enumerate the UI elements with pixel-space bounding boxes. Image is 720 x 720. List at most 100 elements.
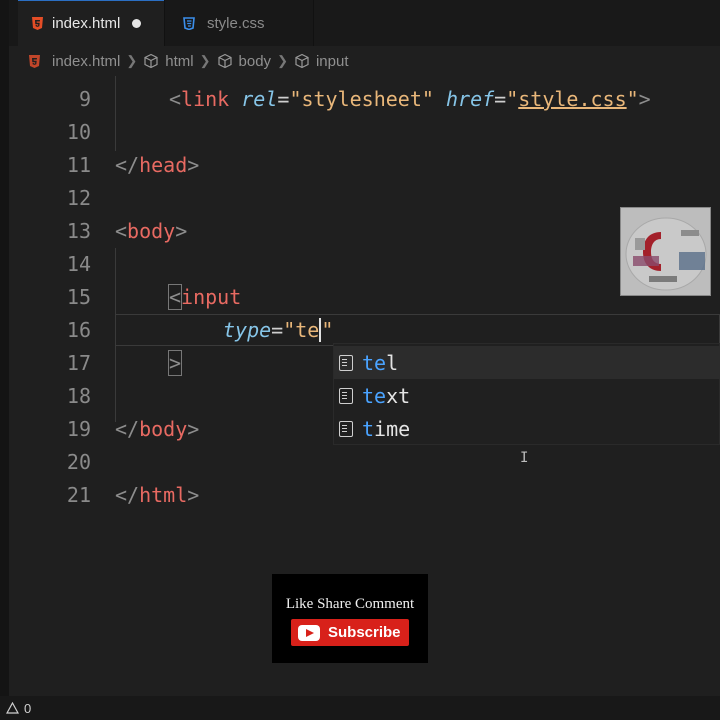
quote-mark: "	[506, 87, 519, 111]
quote-mark: "	[626, 87, 639, 111]
youtube-play-icon	[298, 624, 320, 641]
tag-name: input	[181, 285, 242, 309]
line-number: 21	[66, 483, 91, 507]
code-line-9: <link rel="stylesheet" href="style.css">	[169, 83, 651, 116]
subscribe-button[interactable]: Subscribe	[291, 619, 409, 646]
problems-indicator[interactable]: 0	[6, 701, 31, 716]
line-number: 13	[66, 219, 91, 243]
mouse-ibeam-cursor-icon: I	[520, 450, 529, 466]
value-enum-icon	[339, 354, 353, 371]
tag-close-bracket: >	[187, 483, 200, 507]
tag-open-bracket: </	[115, 153, 140, 177]
chevron-right-icon: ❯	[199, 53, 211, 68]
code-line-19: </body>	[115, 413, 199, 446]
line-number: 17	[66, 351, 91, 375]
line-number: 12	[66, 186, 91, 210]
breadcrumb-file[interactable]: index.html	[29, 53, 120, 70]
line-number: 14	[66, 252, 91, 276]
suggestion-rest: xt	[386, 383, 411, 408]
symbol-cube-icon	[217, 53, 232, 69]
code-line-11: </head>	[115, 149, 199, 182]
editor-window: index.html style.css index.html ❯ html ❯…	[0, 0, 720, 720]
line-number: 9	[78, 87, 91, 111]
tag-open-bracket: </	[115, 483, 140, 507]
breadcrumb-label: body	[238, 52, 272, 70]
status-bar: 0	[0, 696, 720, 720]
value-enum-icon	[339, 420, 353, 437]
line-number: 19	[66, 417, 91, 441]
attribute-name: type	[223, 318, 272, 342]
breadcrumb-label: html	[165, 52, 194, 70]
value-enum-icon	[339, 387, 353, 404]
attribute-value-link[interactable]: style.css	[518, 87, 626, 111]
tag-close-bracket: >	[167, 350, 183, 376]
tag-name: link	[181, 87, 230, 111]
line-number: 11	[66, 153, 91, 177]
tag-close-bracket: >	[187, 417, 200, 441]
suggestion-item[interactable]: t ime	[334, 412, 720, 445]
suggestion-match: te	[362, 350, 387, 375]
html5-icon	[29, 54, 40, 68]
code-line-13: <body>	[115, 215, 187, 248]
equals-sign: =	[494, 87, 507, 111]
suggestion-rest: l	[386, 350, 399, 375]
line-number: 16	[66, 318, 91, 342]
subscribe-overlay: Like Share Comment Subscribe	[272, 574, 428, 663]
tag-open-bracket: <	[167, 284, 183, 310]
suggestion-item[interactable]: te l	[334, 346, 720, 379]
suggestion-match: t	[362, 416, 375, 441]
tab-index-html[interactable]: index.html	[18, 0, 164, 46]
code-line-17: >	[167, 347, 183, 380]
unsaved-dot-icon[interactable]	[132, 19, 142, 28]
typed-value: te	[295, 318, 320, 342]
attribute-value: "stylesheet"	[289, 87, 434, 111]
tab-label: index.html	[52, 15, 121, 32]
tab-bar: index.html style.css	[9, 0, 720, 46]
tag-close-bracket: >	[638, 87, 651, 111]
tag-name: html	[139, 483, 188, 507]
html5-icon	[32, 17, 43, 30]
tag-name: head	[139, 153, 188, 177]
equals-sign: =	[271, 318, 284, 342]
tag-open-bracket: <	[115, 219, 128, 243]
symbol-cube-icon	[295, 53, 309, 69]
word-cloud-logo-icon	[621, 208, 710, 295]
breadcrumb: index.html ❯ html ❯ body ❯ input	[9, 46, 720, 76]
breadcrumb-label: input	[315, 52, 349, 70]
tag-open-bracket: </	[115, 417, 140, 441]
indent-guide	[115, 76, 116, 151]
activity-bar-edge	[0, 0, 9, 720]
quote-mark: "	[319, 318, 334, 342]
channel-logo	[620, 207, 711, 296]
chevron-right-icon: ❯	[126, 53, 138, 68]
code-line-16: type="te "	[223, 314, 334, 347]
suggestion-match: te	[362, 383, 387, 408]
line-number: 20	[66, 450, 91, 474]
line-number: 10	[66, 120, 91, 144]
quote-mark: "	[283, 318, 296, 342]
chevron-right-icon: ❯	[277, 53, 288, 68]
code-line-15: <input	[167, 281, 242, 314]
equals-sign: =	[277, 87, 290, 111]
breadcrumb-input[interactable]: ❯ input	[271, 53, 348, 70]
tag-open-bracket: <	[169, 87, 182, 111]
current-line-highlight	[115, 314, 720, 346]
suggestion-rest: ime	[374, 416, 411, 441]
code-line-21: </html>	[115, 479, 199, 512]
breadcrumb-html[interactable]: ❯ html	[120, 53, 193, 70]
breadcrumb-body[interactable]: ❯ body	[194, 53, 271, 70]
subscribe-label: Subscribe	[328, 624, 401, 641]
line-number: 18	[66, 384, 91, 408]
tag-name: body	[139, 417, 188, 441]
tab-label: style.css	[207, 14, 265, 32]
suggestion-item[interactable]: te xt	[334, 379, 720, 412]
breadcrumb-label: index.html	[52, 52, 121, 70]
line-number: 15	[66, 285, 91, 309]
tag-close-bracket: >	[187, 153, 200, 177]
tag-close-bracket: >	[175, 219, 188, 243]
autocomplete-suggest-widget: te l te xt t ime	[333, 343, 720, 445]
tab-bar-empty	[314, 0, 720, 46]
problems-count: 0	[24, 700, 32, 716]
warning-icon	[6, 702, 19, 714]
tab-style-css[interactable]: style.css	[164, 0, 314, 46]
